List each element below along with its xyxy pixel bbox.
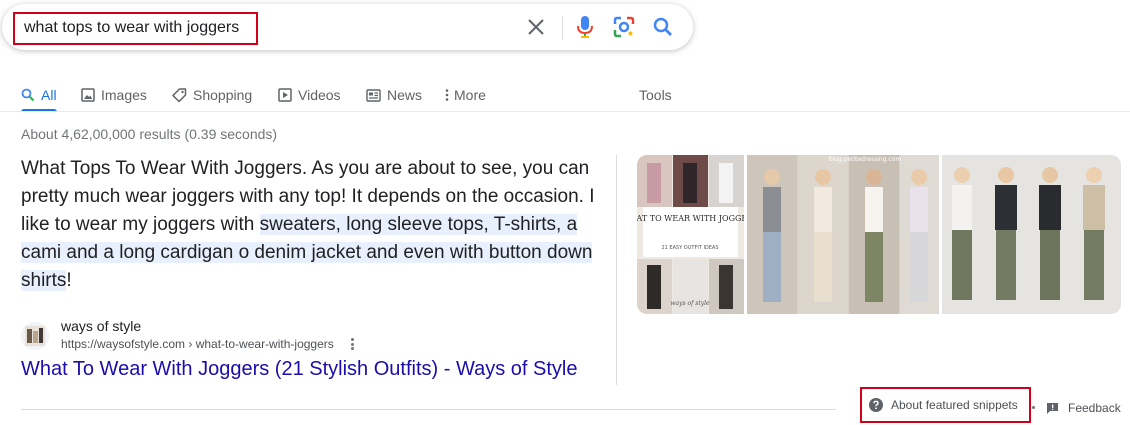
searchbox-divider bbox=[562, 16, 563, 40]
tools-button[interactable]: Tools bbox=[639, 80, 672, 110]
tab-videos[interactable]: Videos bbox=[278, 80, 341, 110]
tab-label: News bbox=[387, 87, 423, 103]
snippet-text-end: ! bbox=[66, 270, 72, 291]
feedback-button[interactable]: Feedback bbox=[1046, 401, 1121, 415]
collage-title: WHAT TO WEAR WITH JOGGERS bbox=[637, 214, 744, 223]
tools-label: Tools bbox=[639, 87, 672, 103]
snippet-divider bbox=[616, 155, 617, 385]
tab-shopping[interactable]: Shopping bbox=[172, 80, 252, 110]
tab-label: All bbox=[41, 87, 57, 103]
play-icon bbox=[278, 88, 292, 102]
image-outfits-grid[interactable]: blog.petitedressing.com bbox=[747, 155, 939, 314]
search-icon[interactable] bbox=[651, 15, 675, 39]
tab-label: More bbox=[454, 87, 486, 103]
help-icon bbox=[869, 398, 883, 412]
search-tabs: All Images Shopping Videos News More Too… bbox=[21, 80, 711, 112]
tab-more[interactable]: More bbox=[445, 80, 486, 110]
tag-icon bbox=[172, 87, 187, 102]
image-collage[interactable]: WHAT TO WEAR WITH JOGGERS 21 EASY OUTFIT… bbox=[637, 155, 744, 314]
microphone-icon[interactable] bbox=[573, 15, 597, 39]
lens-icon[interactable] bbox=[612, 15, 636, 39]
image-cargo-joggers[interactable] bbox=[942, 155, 1121, 314]
tab-label: Images bbox=[101, 87, 147, 103]
site-url: https://waysofstyle.com › what-to-wear-w… bbox=[61, 337, 334, 351]
featured-snippet-text: What Tops To Wear With Joggers. As you a… bbox=[21, 155, 596, 295]
about-featured-snippets-button[interactable]: About featured snippets bbox=[860, 387, 1031, 423]
news-icon bbox=[366, 88, 381, 102]
footer-separator bbox=[1032, 406, 1035, 409]
site-name: ways of style bbox=[61, 318, 142, 334]
result-title-link[interactable]: What To Wear With Joggers (21 Stylish Ou… bbox=[21, 358, 577, 381]
tab-news[interactable]: News bbox=[366, 80, 422, 110]
vertical-dots-icon bbox=[445, 89, 449, 101]
search-icon bbox=[21, 88, 35, 102]
feedback-label: Feedback bbox=[1068, 401, 1121, 415]
tabs-divider bbox=[0, 111, 1130, 112]
close-icon[interactable] bbox=[524, 15, 548, 39]
feedback-icon bbox=[1047, 402, 1058, 414]
tab-images[interactable]: Images bbox=[81, 80, 147, 110]
collage-subtitle: 21 EASY OUTFIT IDEAS bbox=[661, 245, 718, 251]
result-bottom-divider bbox=[21, 409, 836, 410]
about-label: About featured snippets bbox=[891, 398, 1018, 412]
tab-label: Shopping bbox=[193, 87, 253, 103]
snippet-images: WHAT TO WEAR WITH JOGGERS 21 EASY OUTFIT… bbox=[637, 155, 1121, 314]
tab-label: Videos bbox=[298, 87, 341, 103]
more-options-icon[interactable] bbox=[346, 336, 358, 352]
image-icon bbox=[81, 88, 95, 102]
site-favicon bbox=[21, 322, 49, 350]
image-watermark: blog.petitedressing.com bbox=[829, 156, 902, 163]
query-annotation-box bbox=[13, 12, 258, 45]
result-stats: About 4,62,00,000 results (0.39 seconds) bbox=[21, 126, 278, 142]
tab-all[interactable]: All bbox=[21, 80, 57, 110]
collage-brand: ways of style bbox=[670, 300, 710, 307]
